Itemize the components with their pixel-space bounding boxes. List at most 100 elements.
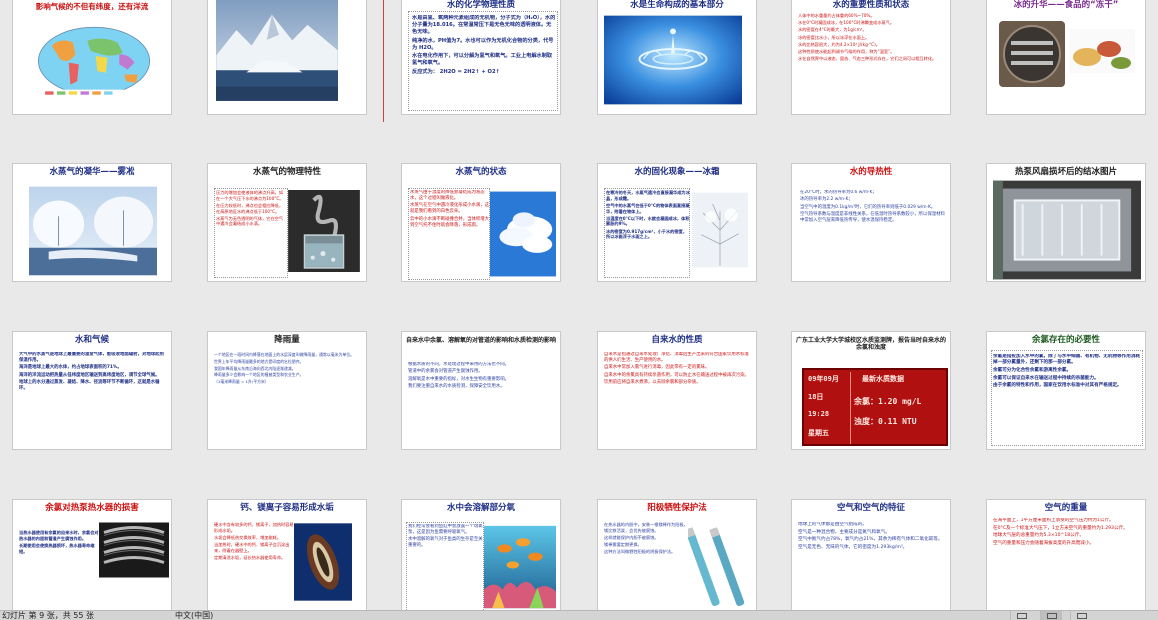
slide-thumbnail-5[interactable]: 水的重要性质和状态人体中的水重量约占体重的60%~70%。 水在0°C时凝固成冰，… (791, 0, 951, 115)
bullet-paragraph: 我国年降雨量从东南沿海向西北内陆逐渐递减。 (214, 365, 296, 371)
bullet-paragraph: 硬水中含有较多的钙、镁离子，加热时容易形成水垢。 (214, 522, 294, 533)
bullet-paragraph: 在20°C时，水的热导率为0.6 w/m·K； (800, 190, 877, 195)
slide-title: 水的化学物理性质 (446, 0, 515, 10)
slide-thumbnail-2[interactable] (207, 0, 367, 115)
slide-thumbnail-15[interactable]: 自来水中余氯、溶解氧的对管道的影响和水质检测的影响 根据水质的不同，水处理过程中采… (401, 331, 561, 450)
bullet-paragraph: 冰的热导率为2.2 w/m·K； (800, 197, 853, 203)
freeze-dryer-food-image (991, 19, 1143, 89)
slide-body-text: 在海平面上，1平方厘米面积上承受的空气压力约为1公斤。 在0°C及一个标准大气压下… (993, 518, 1141, 610)
slideshow-view-button[interactable] (1070, 611, 1092, 620)
bullet-paragraph: 我们要注重自来水的水质检测，保障安全饮用水。 (408, 384, 505, 390)
slide-thumbnail-20[interactable]: 钙、镁离子容易形成水垢 硬水中含有较多的钙、镁离子，加热时容易形成水垢。 水垢会降低… (207, 499, 367, 610)
slide-thumbnail-1[interactable]: 影响气候的不但有纬度，还有洋流 (12, 0, 172, 115)
slide-body-text: 人体中的水重量约占体重的60%~70%。 水在0°C时凝固成冰，在100°C时沸腾… (798, 13, 948, 113)
slide-title: 影响气候的不但有纬度，还有洋流 (35, 2, 149, 11)
insertion-marker (383, 0, 384, 122)
slide-title: 水的导热性 (849, 167, 893, 177)
bullet-paragraph: 水的比热容很大，约为4.2×10³ J/(kg·°C)。 (798, 41, 880, 47)
slide-title: 热泵风扇损坏后的结冰图片 (1014, 167, 1117, 177)
slide-body-text: 在20°C时，水的热导率为0.6 w/m·K； 冰的热导率为2.2 w/m·K；当… (800, 190, 946, 278)
bullet-paragraph: 饮用前应将自来水煮沸，以去除余氯和部分杂质。 (604, 380, 701, 386)
slide-body-text: 我们经常会看到鱼缸中会放置一个增氧泵，这是因为鱼需要呼吸氧气。 水中溶解的氧气对于… (408, 524, 484, 610)
slide-title: 水的重要性质和状态 (832, 0, 910, 10)
slide-thumbnail-18[interactable]: 余氯存在的必要性 余氯是指投加入水中的氯，除了与水中细菌、有机物、无机物等作用消耗… (986, 331, 1146, 450)
slide-body-text: 一个地区在一段时间内降落在地面上的水层深度叫做降雨量，通常以毫米为单位。 世界上年… (214, 352, 362, 446)
bullet-paragraph: 长期使用会使换热器损坏，热水器寿命缩短。 (19, 542, 95, 554)
slide-thumbnail-9[interactable]: 水蒸气的状态水蒸气由于温度的降低会凝结成为液态水，这个过程叫做液化。 水蒸气在空气… (401, 163, 561, 282)
bullet-paragraph: 空气的重量和压力会随着海拔高度的升高而减小。 (993, 541, 1095, 547)
steam-beaker-image (288, 190, 360, 272)
slide-title: 阳极牺牲保护法 (647, 503, 707, 513)
slide-thumbnail-24[interactable]: 空气的重量 在海平面上，1平方厘米面积上承受的空气压力约为1公斤。 在0°C及一个标… (986, 499, 1146, 610)
slide-thumbnail-12[interactable]: 热泵风扇损坏后的结冰图片 (986, 163, 1146, 282)
bullet-paragraph: 自来水是指通过自来水处理厂净化、消毒后生产出来的符合国家饮用水标准的供人们生活、… (604, 352, 749, 363)
bullet-paragraph: 在0°C及一个标准大气压下，1立方米空气的重量约为1.293公斤。 (993, 525, 1128, 531)
water-quality-led-panel: 09年09月 18日 19:28 星期五 最新水质数据 余氯：1.20 mg/L 浊度：0.… (802, 368, 948, 446)
slide-thumbnail-3[interactable]: 水的化学物理性质水是由氢、氧两种元素组成的无机物，分子式为（H₂O），水的分子量… (401, 0, 561, 115)
slide-body-text: 水是由氢、氧两种元素组成的无机物，分子式为（H₂O），水的分子量为18.016。… (412, 15, 556, 111)
bullet-paragraph: 世界上年平均降雨量最多的地方是印度的乞拉朋齐。 (214, 358, 304, 364)
bullet-paragraph: 纯净的水，PH值为7。水也可以作为无机化合物的分类，代号为 H2O。 (412, 37, 554, 51)
slide-thumbnail-10[interactable]: 水的固化现象——冰霜 在寒冷的冬天，水蒸气遇冷会直接凝华成为冰晶，形成霜。 空气中的… (597, 163, 757, 282)
slide-title: 水蒸气的状态 (455, 167, 507, 177)
slide-thumbnail-7[interactable]: 水蒸气的凝华——雾凇 (12, 163, 172, 282)
blue-sky-clouds-image (490, 190, 556, 278)
bullet-paragraph: 根据水质的不同，水处理过程中采用的方法也不同。 (408, 362, 509, 367)
slide-thumbnail-8[interactable]: 水蒸气的物理特性压力的增加会使液体的沸点升高，如在一个大气压下水的沸点为100°… (207, 163, 367, 282)
bullet-paragraph: 定期清洗水垢，延长热水器使用寿命。 (214, 554, 286, 560)
slide-body-text: 余氯是指投加入水中的氯，除了与水中细菌、有机物、无机物等作用消耗掉一部分氯量外，… (993, 354, 1141, 446)
bullet-paragraph: 海洋的洋流运动把热量从低纬度地区输送到高纬度地区，调节全球气候。 (19, 372, 160, 378)
slide-thumbnail-6[interactable]: 冰的升华——食品的“冻干” (986, 0, 1146, 115)
bullet-paragraph: 管道中的余氯会对管道产生腐蚀作用。 (408, 369, 483, 375)
slide-body-text: 当热水器使用有余氯的自来水时，余氯会对热水器的内胆和管道产生腐蚀作用。 长期使用会… (19, 530, 99, 610)
slide-thumbnail-16[interactable]: 自来水的性质 自来水是指通过自来水处理厂净化、消毒后生产出来的符合国家饮用水标准的… (597, 331, 757, 450)
slide-thumbnail-19[interactable]: 余氯对热泵热水器的损害 当热水器使用有余氯的自来水时，余氯会对热水器的内胆和管道产… (12, 499, 172, 610)
slide-sorter-view-button[interactable] (1040, 611, 1062, 620)
bullet-paragraph: 地球大气层的总重量约为5.3×10^18公斤。 (993, 533, 1085, 539)
bullet-paragraph: 自来水中常加入氯气进行消毒，因此带有一定的氯味。 (604, 365, 710, 371)
bullet-paragraph: 水在自然界中以液态、固态、气态三种形式存在，它们之间可以相互转化。 (798, 56, 937, 62)
bullet-paragraph: 余氯可分为化合性余氯和游离性余氯。 (993, 367, 1072, 373)
bullet-paragraph: 余氯可以保证自来水在输送过程中持续的杀菌能力。 (993, 375, 1099, 381)
slide-thumbnail-11[interactable]: 水的导热性在20°C时，水的热导率为0.6 w/m·K； 冰的热导率为2.2 w/… (791, 163, 951, 282)
slide-thumbnail-21[interactable]: 水中会溶解部分氧 我们经常会看到鱼缸中会放置一个增氧泵，这是因为鱼需要呼吸氧气。水… (401, 499, 561, 610)
bullet-paragraph: 当热水器使用有余氯的自来水时，余氯会对热水器的内胆和管道产生腐蚀作用。 (19, 530, 99, 541)
slide-thumbnail-17[interactable]: 广东工业大学大学城校区水质监测牌，报告当时自来水的余氯和浊度 09年09月 18日 1… (791, 331, 951, 450)
bullet-paragraph: 反应式为： 2H2O = 2H2↑ + O2↑ (412, 68, 500, 75)
bullet-paragraph: 水的密度在4°C时最大，为1g/cm³。 (798, 27, 867, 33)
slide-title: 水蒸气的物理特性 (252, 167, 321, 177)
bullet-paragraph: 云中的小水滴不断碰撞合并，当体积增大到空气托不住时就会降落，形成雨。 (410, 216, 490, 228)
frost-rime-lake-image (29, 186, 157, 276)
slide-title: 自来水中余氯、溶解氧的对管道的影响和水质检测的影响 (406, 337, 557, 344)
bullet-paragraph: 空气热导系数与温度是非线性关系，在低温时热导系数较小，所以保温材料中常加入空气层… (800, 212, 945, 224)
led-weekday: 星期五 (808, 429, 829, 437)
bullet-paragraph: 空气中氮气约占78%，氧气约占21%，其余为稀有气体和二氧化碳等。 (798, 537, 943, 543)
bullet-paragraph: 水在电化作用下，可以分解为氢气和氧气。工业上电解水制取氢气和氧气。 (412, 53, 553, 67)
slide-thumbnail-4[interactable]: 水是生命构成的基本部分 (597, 0, 757, 115)
bullet-paragraph: 在压力较低时，沸点也会相应降低，在高原地区水的沸点低于100°C。 (216, 202, 284, 214)
bullet-paragraph: 降雨量多少会影响一个地区的植被类型和农业生产。 (214, 372, 304, 378)
led-chlorine: 余氯：1.20 mg/L (854, 397, 922, 406)
slide-thumbnail-14[interactable]: 降雨量 一个地区在一段时间内降落在地面上的水层深度叫做降雨量，通常以毫米为单位。世… (207, 331, 367, 450)
bullet-paragraph: 一个地区在一段时间内降落在地面上的水层深度叫做降雨量，通常以毫米为单位。 (214, 352, 355, 357)
bullet-paragraph: （1毫米降雨量 = 1升/平方米） (214, 379, 269, 385)
bullet-paragraph: 大气中的水蒸气是地球上最重要的温室气体，能吸收地面辐射，对地球起到保温作用。 (19, 352, 164, 363)
slide-body-text: 硬水中含有较多的钙、镁离子，加热时容易形成水垢。 水垢会降低热交换效率，增加能耗。… (214, 522, 294, 610)
bullet-paragraph: 由于余氯的特性和作用，国家在饮用水标准中对其有严格规定。 (993, 383, 1122, 389)
slide-thumbnail-13[interactable]: 水和气候 大气中的水蒸气是地球上最重要的温室气体，能吸收地面辐射，对地球起到保温作… (12, 331, 172, 450)
bullet-paragraph: 压力的增加会使液体的沸点升高，如在一个大气压下水的沸点为100°C。 (216, 190, 284, 201)
slide-title: 冰的升华——食品的“冻干” (1013, 0, 1119, 10)
scale-pipe-image (294, 522, 352, 602)
frost-tree-image (692, 190, 748, 270)
bullet-paragraph: 水垢会降低热交换效率，增加能耗。 (214, 534, 282, 540)
slide-thumbnail-23[interactable]: 空气和空气的特征 地球上的气体都是由空气组成的。 空气是一种混合物，主要成分是氮气和… (791, 499, 951, 610)
slide-count-label: 幻灯片 第 9 张，共 55 张 (2, 611, 94, 620)
bullet-paragraph: 水是由氢、氧两种元素组成的无机物，分子式为（H₂O），水的分子量为18.016。… (412, 15, 556, 36)
slide-thumbnail-22[interactable]: 阳极牺牲保护法 在热水器的内胆中，安装一根镁棒作为阳极，镁比铁活泼，会优先被腐蚀。… (597, 499, 757, 610)
slide-body-text: 水蒸气由于温度的降低会凝结成为液态水，这个过程叫做液化。 水蒸气在空气中遇冷液化形… (410, 190, 490, 278)
normal-view-button[interactable] (1010, 611, 1032, 620)
bullet-paragraph: 水在0°C时凝固成冰，在100°C时沸腾变成水蒸气。 (798, 20, 895, 26)
bullet-paragraph: 空气中的水蒸气在低于0°C的物体表面直接凝华，附着在物体上。 (606, 202, 690, 214)
corroded-pipe-image (99, 522, 169, 578)
led-heading: 最新水质数据 (862, 375, 904, 383)
